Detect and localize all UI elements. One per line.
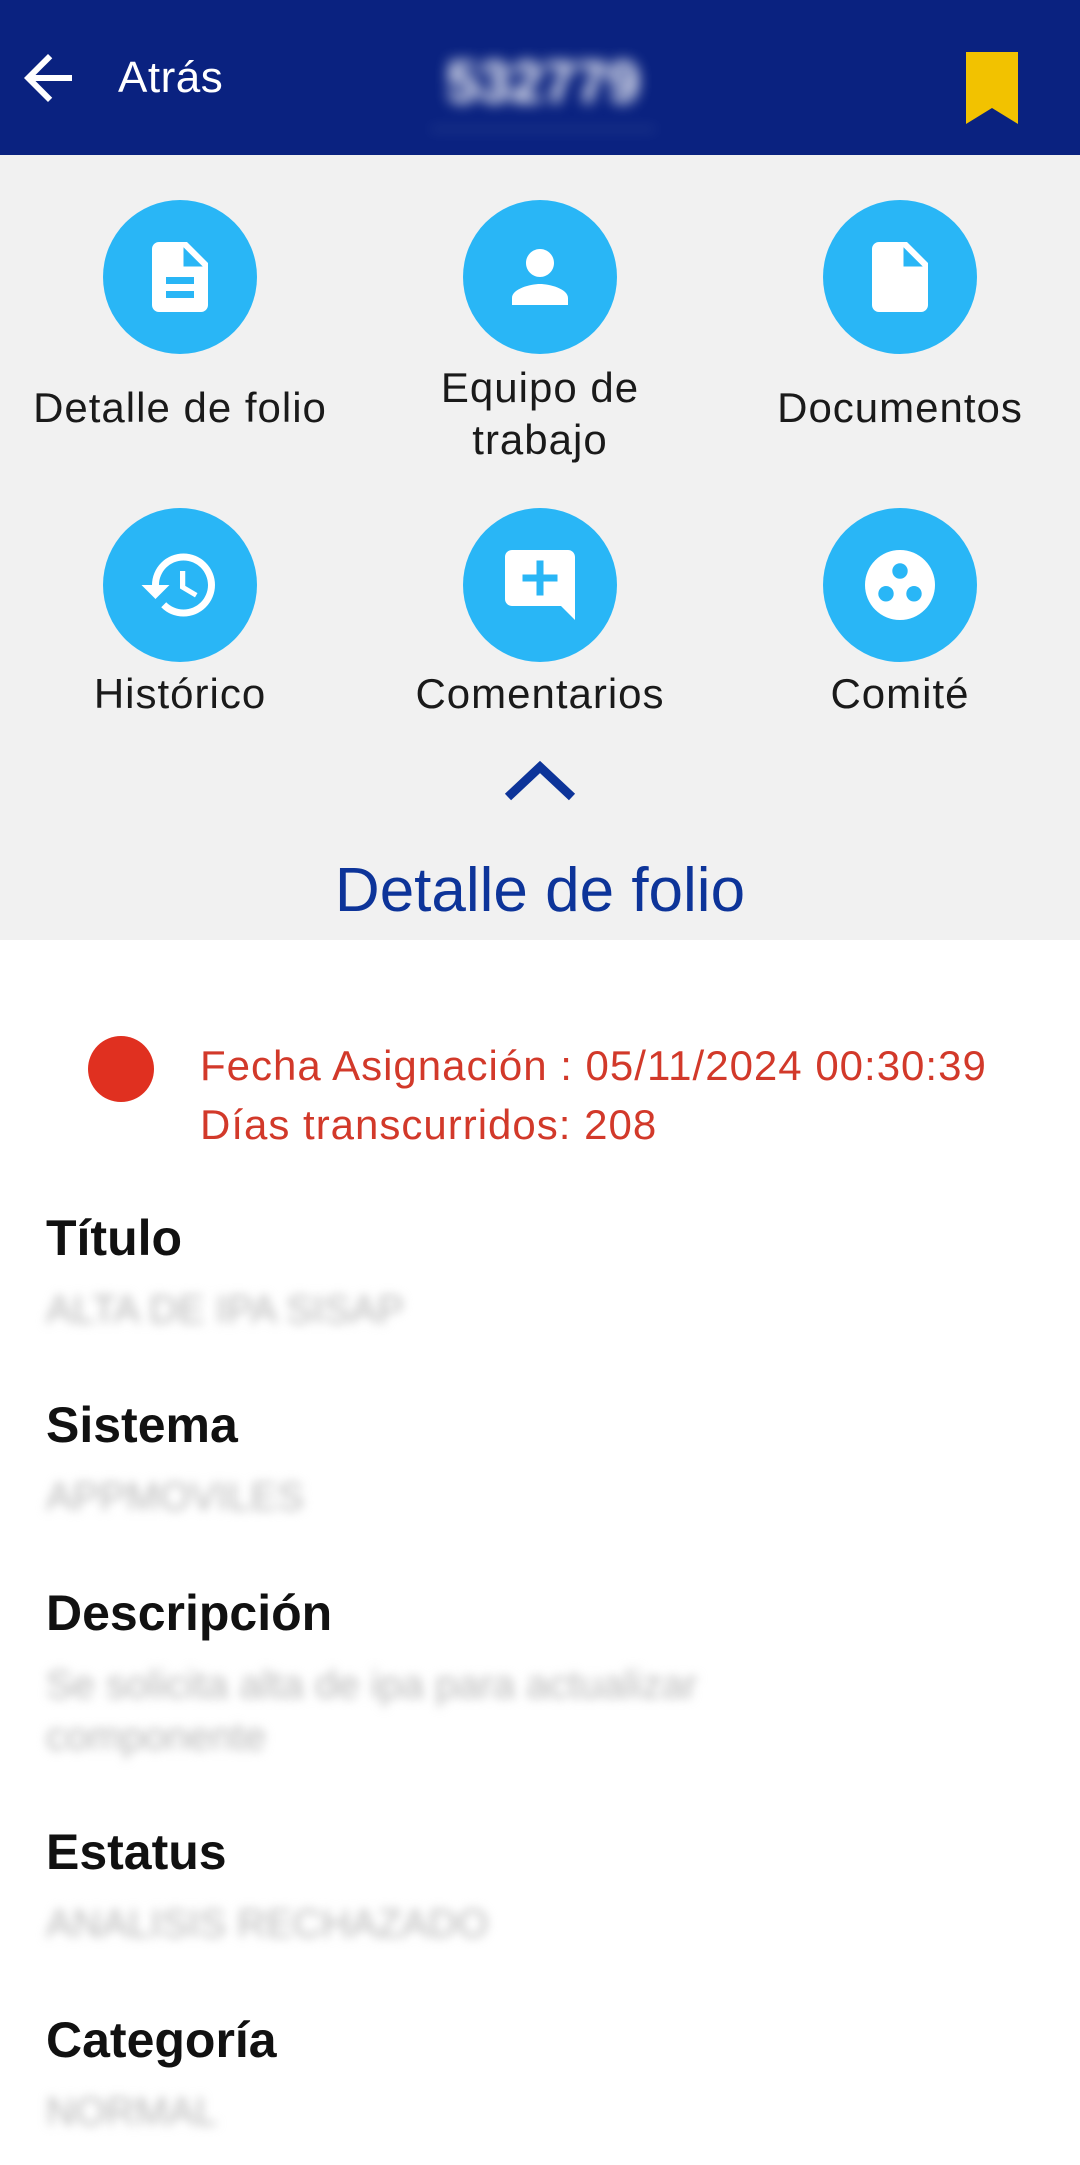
group-dots-icon <box>865 550 935 620</box>
field-categoria: Categoría NORMAL <box>46 2010 1046 2138</box>
menu-item-label: Comentarios <box>415 670 665 717</box>
menu-item-documentos[interactable]: Documentos <box>720 200 1080 434</box>
menu-item-historico[interactable]: Histórico <box>0 508 360 720</box>
arrow-back-icon <box>24 54 72 102</box>
menu-item-icon-circle <box>103 508 257 662</box>
field-value: ANALISIS RECHAZADO <box>46 1902 489 1946</box>
menu-item-equipo-trabajo[interactable]: Equipo de trabajo <box>360 200 720 466</box>
field-label: Descripción <box>46 1585 333 1641</box>
status-indicator-dot <box>88 1036 154 1102</box>
field-value: ALTA DE IPA SISAP <box>46 1288 404 1332</box>
back-label: Atrás <box>118 53 224 102</box>
history-icon <box>141 553 215 617</box>
field-value: Se solicita alta de ipa para actualizar … <box>46 1663 698 1759</box>
menu-panel: Detalle de folio Equipo de trabajo Docum… <box>0 155 1080 940</box>
field-sistema: Sistema APPMOVILES <box>46 1395 1046 1523</box>
field-descripcion: Descripción Se solicita alta de ipa para… <box>46 1583 1046 1763</box>
top-app-bar: Atrás 532779 <box>0 0 1080 155</box>
menu-item-label: Histórico <box>93 670 267 717</box>
menu-item-label: Documentos <box>777 384 1023 431</box>
status-text: Fecha Asignación : 05/11/2024 00:30:39 D… <box>200 1036 987 1154</box>
person-icon <box>512 249 568 305</box>
field-value: NORMAL <box>46 2090 218 2134</box>
menu-item-icon-circle <box>463 508 617 662</box>
menu-item-detalle-folio[interactable]: Detalle de folio <box>0 200 360 434</box>
field-titulo: Título ALTA DE IPA SISAP <box>46 1208 1046 1336</box>
field-value: APPMOVILES <box>46 1475 304 1519</box>
elapsed-days: Días transcurridos: 208 <box>200 1101 658 1148</box>
chevron-up-icon[interactable] <box>502 755 578 805</box>
field-estatus: Estatus ANALISIS RECHAZADO <box>46 1822 1046 1950</box>
menu-item-label: Equipo de trabajo <box>440 364 640 463</box>
menu-item-icon-circle <box>823 200 977 354</box>
menu-item-comite[interactable]: Comité <box>720 508 1080 720</box>
file-icon <box>872 242 928 312</box>
field-label: Título <box>46 1210 183 1266</box>
section-title: Detalle de folio <box>334 856 746 925</box>
menu-item-comentarios[interactable]: Comentarios <box>360 508 720 720</box>
menu-item-label: Comité <box>830 670 970 717</box>
menu-item-label: Detalle de folio <box>33 384 327 431</box>
comment-add-icon <box>505 550 575 620</box>
field-label: Categoría <box>46 2012 277 2068</box>
folio-number-field[interactable]: 532779 <box>430 45 656 130</box>
assignment-date: Fecha Asignación : 05/11/2024 00:30:39 <box>200 1042 987 1089</box>
bookmark-icon[interactable] <box>962 52 1022 124</box>
back-button[interactable]: Atrás <box>12 40 223 116</box>
document-lines-icon <box>152 242 208 312</box>
menu-item-icon-circle <box>823 508 977 662</box>
menu-item-icon-circle <box>103 200 257 354</box>
field-label: Estatus <box>46 1824 227 1880</box>
field-label: Sistema <box>46 1397 238 1453</box>
assignment-status: Fecha Asignación : 05/11/2024 00:30:39 D… <box>88 1036 1068 1166</box>
menu-item-icon-circle <box>463 200 617 354</box>
